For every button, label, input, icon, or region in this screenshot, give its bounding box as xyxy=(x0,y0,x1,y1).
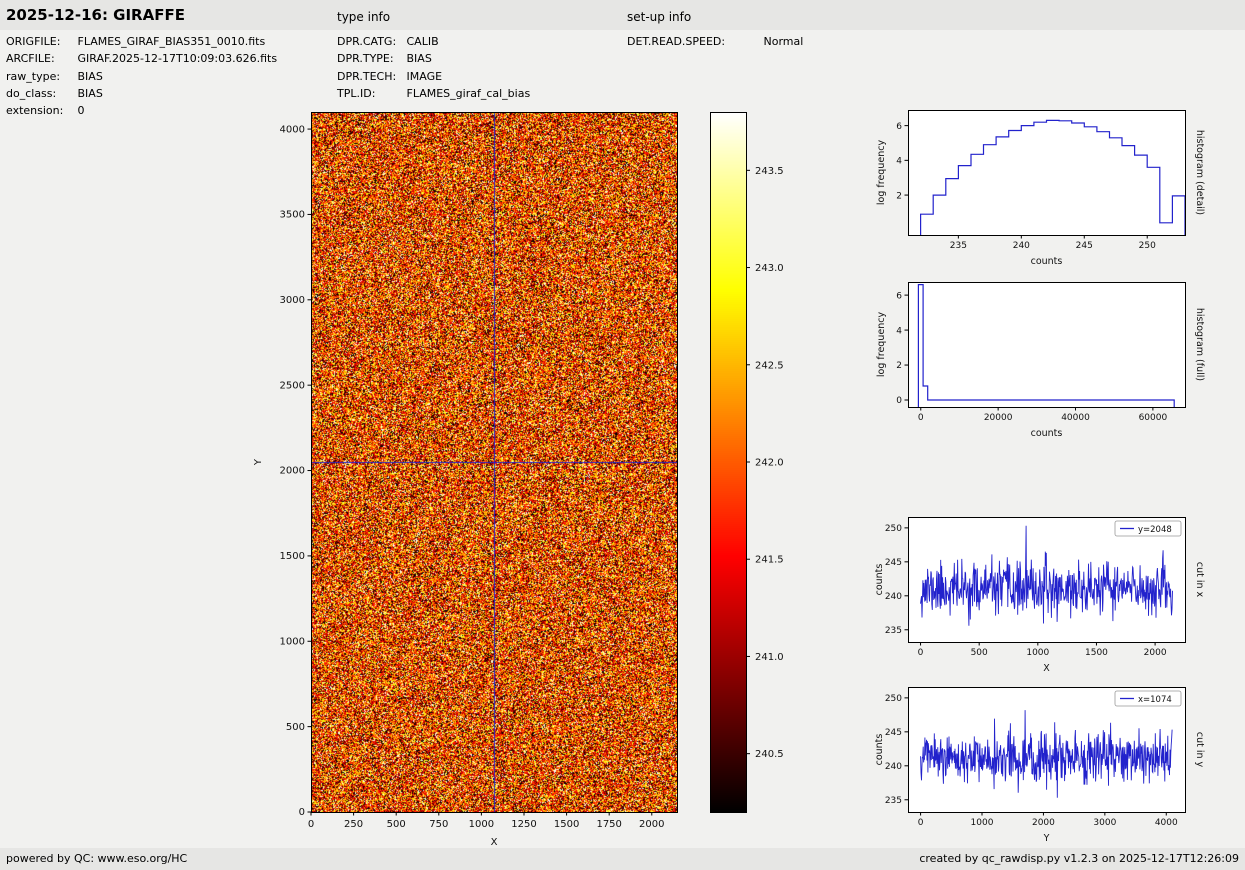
y-tick-label: 3000 xyxy=(280,295,305,306)
cut-y-legend: x=1074 xyxy=(1114,690,1182,707)
colorbar-tick-label: 241.5 xyxy=(755,555,784,566)
colorbar-tick-label: 243.5 xyxy=(755,166,784,177)
bias-image-axes: 0 250 500 750 1000 1250 1500 1750 2000 0 500 1000 15… xyxy=(253,112,678,848)
y-tick-label: 6 xyxy=(896,291,902,301)
cut-y-xlabel: Y xyxy=(1043,833,1050,844)
x-tick-label: 245 xyxy=(1076,241,1093,251)
cut-y-right-label: cut in y xyxy=(1194,732,1205,768)
x-tick-label: 1250 xyxy=(511,819,536,830)
cut-x-legend-label: y=2048 xyxy=(1138,525,1172,535)
y-tick-label: 235 xyxy=(885,796,902,806)
x-tick-label: 60000 xyxy=(1139,413,1168,423)
colorbar-tick-label: 242.0 xyxy=(755,458,784,469)
x-tick-label: 1500 xyxy=(554,819,579,830)
x-tick-label: 250 xyxy=(1139,241,1156,251)
y-tick-label: 240 xyxy=(885,762,902,772)
histogram-detail-right-label: histogram (detail) xyxy=(1194,130,1205,215)
y-tick-label: 6 xyxy=(896,122,902,132)
colorbar-tick-label: 241.0 xyxy=(755,652,784,663)
qc-rawdisp-page: 2025-12-16: GIRAFFE type info set-up inf… xyxy=(0,0,1245,870)
colorbar-frame: 240.5 241.0 241.5 242.0 242.5 243.0 243.5 xyxy=(710,112,784,813)
y-tick-label: 0 xyxy=(299,807,305,818)
y-tick-label: 2000 xyxy=(280,466,305,477)
x-tick-label: 0 xyxy=(918,413,924,423)
y-tick-label: 2 xyxy=(896,191,902,201)
x-tick-label: 0 xyxy=(918,818,924,828)
x-tick-label: 500 xyxy=(971,648,988,658)
histogram-detail-ylabel: log frequency xyxy=(876,140,887,206)
cut-x-ylabel: counts xyxy=(874,564,885,596)
y-tick-label: 1000 xyxy=(280,636,305,647)
colorbar-tick-label: 242.5 xyxy=(755,360,784,371)
x-tick-label: 40000 xyxy=(1061,413,1090,423)
x-tick-label: 1750 xyxy=(596,819,621,830)
x-tick-label: 0 xyxy=(918,648,924,658)
histogram-detail-plot-area xyxy=(908,110,1185,235)
x-tick-label: 4000 xyxy=(1155,818,1178,828)
histogram-detail-xlabel: counts xyxy=(1031,256,1063,267)
y-tick-label: 2500 xyxy=(280,380,305,391)
histogram-full-right-label: histogram (full) xyxy=(1194,308,1205,381)
cut-x-legend: y=2048 xyxy=(1114,520,1182,537)
x-tick-label: 2000 xyxy=(639,819,664,830)
x-tick-label: 240 xyxy=(1013,241,1030,251)
plots-overlay: 240.5 241.0 241.5 242.0 242.5 243.0 243.5 0 250 5… xyxy=(253,110,1205,848)
x-tick-label: 3000 xyxy=(1093,818,1116,828)
x-tick-label: 250 xyxy=(344,819,363,830)
cut-x-xlabel: X xyxy=(1043,663,1050,674)
created-by-text: created by qc_rawdisp.py v1.2.3 on 2025-… xyxy=(919,852,1239,865)
y-tick-label: 240 xyxy=(885,592,902,602)
footer-bar: powered by QC: www.eso.org/HC created by… xyxy=(0,848,1245,870)
y-tick-label: 1500 xyxy=(280,551,305,562)
x-tick-label: 500 xyxy=(387,819,406,830)
y-tick-label: 4000 xyxy=(280,124,305,135)
y-tick-label: 235 xyxy=(885,626,902,636)
y-tick-label: 2 xyxy=(896,361,902,371)
y-tick-label: 0 xyxy=(896,396,902,406)
x-tick-label: 1000 xyxy=(971,818,994,828)
x-tick-label: 1000 xyxy=(1026,648,1049,658)
x-tick-label: 2000 xyxy=(1032,818,1055,828)
x-tick-label: 0 xyxy=(308,819,314,830)
y-tick-label: 4 xyxy=(896,326,902,336)
y-tick-label: 245 xyxy=(885,728,902,738)
x-tick-label: 2000 xyxy=(1144,648,1167,658)
colorbar-tick-label: 240.5 xyxy=(755,749,784,760)
x-tick-label: 750 xyxy=(429,819,448,830)
y-tick-label: 500 xyxy=(286,722,305,733)
bias-image-xlabel: X xyxy=(491,837,498,848)
colorbar-tick-label: 243.0 xyxy=(755,263,784,274)
histogram-full-ylabel: log frequency xyxy=(876,312,887,378)
cut-y-legend-label: x=1074 xyxy=(1138,695,1172,705)
bias-image-ylabel: Y xyxy=(253,458,264,466)
histogram-full-xlabel: counts xyxy=(1031,428,1063,439)
y-tick-label: 3500 xyxy=(280,210,305,221)
cut-x-right-label: cut in x xyxy=(1194,562,1205,598)
histogram-full-plot-area xyxy=(908,282,1185,407)
y-tick-label: 250 xyxy=(885,524,902,534)
x-tick-label: 235 xyxy=(950,241,967,251)
x-tick-label: 1000 xyxy=(469,819,494,830)
y-tick-label: 4 xyxy=(896,157,902,167)
powered-by-link[interactable]: powered by QC: www.eso.org/HC xyxy=(6,848,187,870)
y-tick-label: 250 xyxy=(885,694,902,704)
x-tick-label: 1500 xyxy=(1085,648,1108,658)
cut-y-ylabel: counts xyxy=(874,734,885,766)
x-tick-label: 20000 xyxy=(984,413,1013,423)
y-tick-label: 245 xyxy=(885,558,902,568)
